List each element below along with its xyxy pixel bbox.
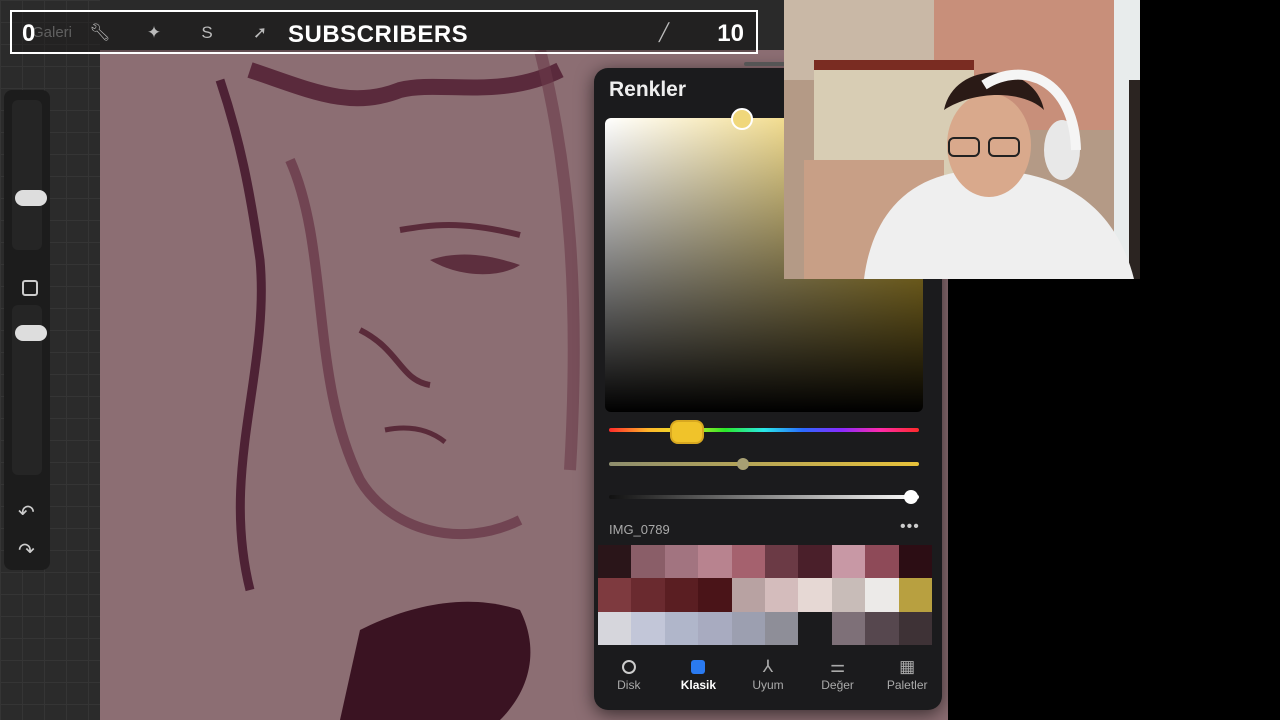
palette-swatch[interactable] [631,611,665,645]
palette-swatch[interactable] [798,578,832,612]
brush-size-knob[interactable] [15,190,47,206]
brightness-slider-knob[interactable] [904,490,918,504]
palette-swatch[interactable] [664,545,699,579]
more-options-icon[interactable]: ••• [900,518,920,536]
side-toolbar: ↶ ↷ [4,90,50,570]
palette-swatch[interactable] [865,578,899,612]
palette-swatch[interactable] [765,578,799,612]
palette-swatch-grid [598,545,932,645]
palette-swatch[interactable] [798,545,832,579]
saturation-slider[interactable] [609,462,919,466]
tab-label: Paletler [886,678,928,692]
brush-icon[interactable]: ╱ [652,21,676,45]
palette-swatch[interactable] [598,545,632,579]
palette-swatch[interactable] [865,611,899,645]
palette-swatch[interactable] [898,545,932,579]
opacity-knob[interactable] [15,325,47,341]
subscriber-goal-count: 10 [717,20,744,47]
webcam-image [784,0,1140,279]
palette-swatch[interactable] [831,545,866,579]
sv-picker-knob[interactable] [731,108,753,130]
tab-label: Uyum [752,678,784,692]
palette-swatch[interactable] [664,611,699,645]
tab-label: Değer [821,678,854,692]
palette-swatch[interactable] [631,578,665,612]
palette-swatch[interactable] [765,611,799,645]
transform-icon[interactable]: ➚ [248,21,272,45]
harmony-icon: ⅄ [762,657,774,676]
palette-swatch[interactable] [765,545,799,579]
modify-button[interactable] [22,280,38,296]
hue-slider-knob[interactable] [670,420,704,444]
disk-icon [621,656,636,678]
palette-swatch[interactable] [898,611,932,645]
palette-swatch[interactable] [598,611,632,645]
tab-uyum[interactable]: ⅄ Uyum [738,656,798,706]
wrench-icon[interactable]: 🔧︎ [88,21,112,45]
stream-overlay-bar: Galeri 0 🔧︎ ✦ S ➚ SUBSCRIBERS ╱ 10 [10,10,758,54]
gallery-button[interactable]: Galeri [32,24,72,41]
palette-name: IMG_0789 [609,522,670,537]
value-icon: ⚌ [829,657,846,676]
palette-swatch[interactable] [865,545,899,579]
overlay-title: SUBSCRIBERS [288,21,469,48]
color-mode-tabs: Disk Klasik ⅄ Uyum ⚌ Değer ▦ Paletler [594,656,942,706]
palette-swatch[interactable] [798,611,832,645]
tab-label: Disk [617,678,641,692]
palettes-icon: ▦ [899,657,916,676]
palette-swatch[interactable] [731,578,765,612]
palette-swatch[interactable] [664,578,699,612]
tab-deger[interactable]: ⚌ Değer [808,656,868,706]
classic-icon [691,656,706,678]
tab-klasik[interactable]: Klasik [668,656,728,706]
palette-swatch[interactable] [698,611,732,645]
tab-label: Klasik [680,678,717,692]
brightness-slider[interactable] [609,495,919,499]
tab-disk[interactable]: Disk [599,656,659,706]
palette-swatch[interactable] [898,578,932,612]
color-panel-title: Renkler [609,78,687,101]
palette-swatch[interactable] [831,611,866,645]
redo-icon[interactable]: ↷ [18,538,35,563]
palette-swatch[interactable] [698,545,732,579]
brush-size-slider[interactable] [12,100,42,250]
saturation-slider-knob[interactable] [737,458,749,470]
palette-swatch[interactable] [698,578,732,612]
subscriber-start-count: 0 [22,20,36,47]
hue-slider[interactable] [609,428,919,432]
palette-swatch[interactable] [631,545,665,579]
magic-wand-icon[interactable]: ✦ [142,21,166,45]
palette-swatch[interactable] [831,578,866,612]
palette-swatch[interactable] [731,545,765,579]
palette-swatch[interactable] [598,578,632,612]
selection-icon[interactable]: S [195,21,219,45]
palette-swatch[interactable] [731,611,765,645]
webcam-feed [784,0,1140,279]
tab-paletler[interactable]: ▦ Paletler [877,656,937,706]
undo-icon[interactable]: ↶ [18,500,35,525]
